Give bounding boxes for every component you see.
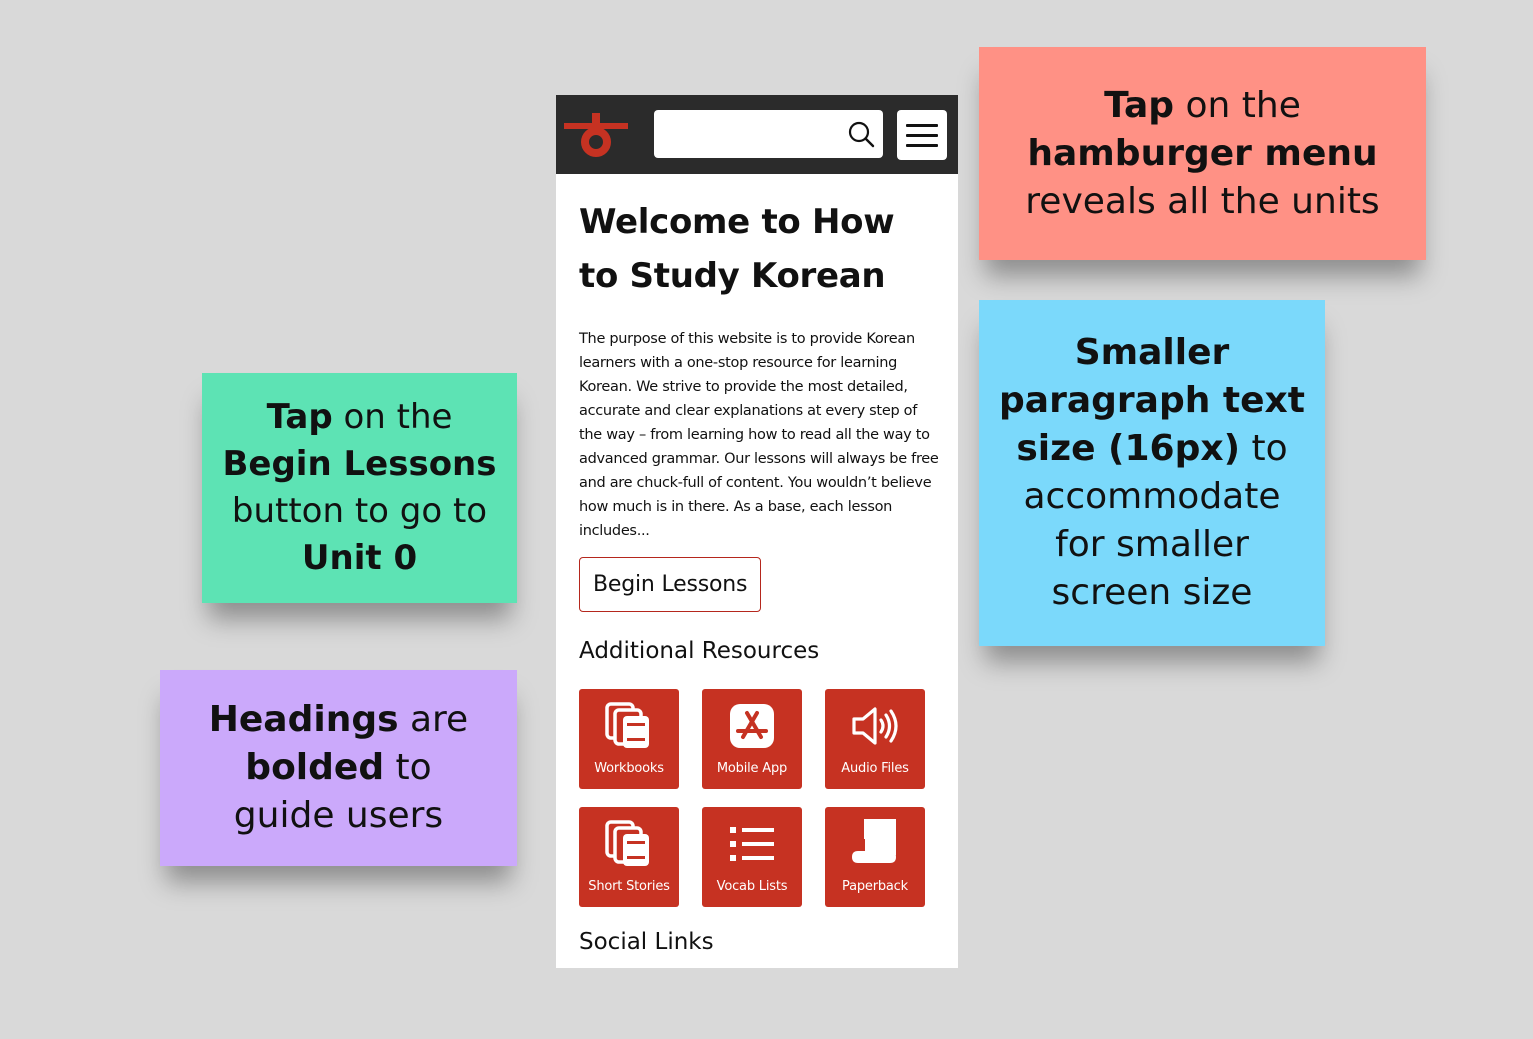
books-icon [605, 702, 649, 748]
paper-scroll-icon [852, 819, 896, 863]
note-text: are [398, 699, 469, 740]
hamburger-line [906, 134, 938, 137]
list-icon [730, 827, 774, 861]
additional-resources-heading: Additional Resources [579, 638, 820, 664]
books-icon [605, 820, 649, 866]
resource-audio-files[interactable]: Audio Files [825, 689, 925, 789]
note-text: screen size [1051, 572, 1253, 613]
note-text: bolded [245, 747, 385, 788]
search-icon[interactable] [847, 120, 875, 148]
annotation-note-text-size: Smaller paragraph text size (16px) to ac… [979, 300, 1325, 646]
app-store-icon [730, 704, 774, 748]
note-text: hamburger menu [1027, 132, 1378, 174]
resource-mobile-app[interactable]: Mobile App [702, 689, 802, 789]
resource-label: Short Stories [588, 879, 670, 894]
resources-grid: Workbooks Mobile App Audio Files Short S… [579, 689, 941, 907]
intro-paragraph: The purpose of this website is to provid… [579, 331, 939, 539]
search-input[interactable] [662, 118, 836, 152]
resource-short-stories[interactable]: Short Stories [579, 807, 679, 907]
speaker-icon [852, 707, 898, 745]
note-text: Tap [266, 397, 333, 437]
social-links-heading: Social Links [579, 929, 714, 955]
begin-lessons-button[interactable]: Begin Lessons [579, 557, 762, 612]
resource-paperback[interactable]: Paperback [825, 807, 925, 907]
search-box [654, 110, 883, 158]
resource-label: Workbooks [594, 761, 664, 776]
resource-label: Mobile App [716, 761, 788, 776]
note-text: to [1240, 428, 1288, 469]
note-text: Headings [208, 699, 399, 740]
note-text: Tap [1104, 84, 1175, 126]
note-text: for smaller [1055, 524, 1249, 565]
resource-workbooks[interactable]: Workbooks [579, 689, 679, 789]
page-title: Welcome to How to Study Korean [579, 202, 895, 296]
hamburger-menu-button[interactable] [897, 110, 947, 160]
hamburger-line [906, 124, 938, 127]
note-text: to [384, 747, 432, 788]
note-text: paragraph text [999, 380, 1305, 421]
note-text: reveals all the units [1025, 180, 1380, 222]
resource-vocab-lists[interactable]: Vocab Lists [702, 807, 802, 907]
main-content: Welcome to How to Study Korean The purpo… [579, 195, 941, 957]
annotation-note-headings: Headings are bolded to guide users [160, 670, 517, 866]
note-text: guide users [233, 795, 444, 836]
top-bar [556, 95, 958, 174]
resource-label: Vocab Lists [716, 879, 788, 894]
note-text: on the [332, 397, 453, 437]
note-text: on the [1174, 84, 1301, 126]
note-text: size (16px) [1016, 428, 1241, 469]
note-text: button to go to [231, 491, 488, 531]
note-text: accommodate [1023, 476, 1281, 517]
mobile-page: Welcome to How to Study Korean The purpo… [556, 95, 958, 968]
hamburger-line [906, 144, 938, 147]
annotation-note-begin-lessons: Tap on the Begin Lessons button to go to… [202, 373, 517, 603]
resource-label: Audio Files [841, 761, 909, 776]
annotation-note-hamburger: Tap on the hamburger menu reveals all th… [979, 47, 1426, 260]
note-text: Unit 0 [301, 538, 418, 578]
site-logo [564, 113, 628, 157]
resource-label: Paperback [842, 879, 908, 894]
note-text: Begin Lessons [222, 444, 497, 484]
note-text: Smaller [1074, 332, 1230, 373]
